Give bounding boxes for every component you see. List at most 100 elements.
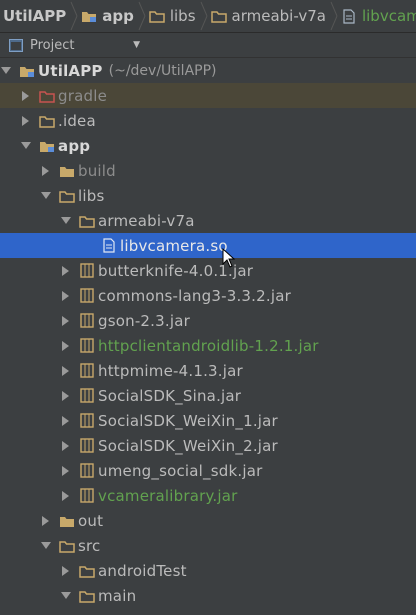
tree-item-jar[interactable]: vcameralibrary.jar xyxy=(0,483,416,508)
project-view-toolbar: Project ▼ xyxy=(0,33,416,58)
mouse-cursor-icon xyxy=(222,247,236,272)
tree-item-build[interactable]: build xyxy=(0,158,416,183)
tree-item-label: out xyxy=(78,511,104,530)
expanded-arrow-icon[interactable] xyxy=(40,533,52,558)
collapsed-arrow-icon[interactable] xyxy=(60,558,72,583)
breadcrumb-item-libvcamera[interactable]: libvcamera xyxy=(338,0,416,32)
folder-icon xyxy=(59,538,75,554)
collapsed-arrow-icon[interactable] xyxy=(60,258,72,283)
tree-item-label: armeabi-v7a xyxy=(98,211,195,230)
tree-item-label: app xyxy=(58,136,91,155)
folder-icon xyxy=(79,563,95,579)
tree-item-label: httpmime-4.1.3.jar xyxy=(98,361,243,380)
tree-item-utilapp[interactable]: UtilAPP (~/dev/UtilAPP) xyxy=(0,58,416,83)
collapsed-arrow-icon[interactable] xyxy=(40,158,52,183)
folder-icon xyxy=(59,188,75,204)
breadcrumb-item-app[interactable]: app xyxy=(78,0,138,32)
breadcrumb-label: libvcamera xyxy=(361,7,416,25)
collapsed-arrow-icon[interactable] xyxy=(60,358,72,383)
tree-item-out[interactable]: out xyxy=(0,508,416,533)
tree-item-label: .idea xyxy=(58,111,96,130)
tree-item-label: SocialSDK_WeiXin_2.jar xyxy=(98,436,278,455)
expanded-arrow-icon[interactable] xyxy=(20,133,32,158)
tree-item-label: gson-2.3.jar xyxy=(98,311,190,330)
jar-icon xyxy=(79,338,95,354)
jar-icon xyxy=(79,313,95,329)
folder-icon xyxy=(79,213,95,229)
project-tree: UtilAPP (~/dev/UtilAPP) gradle .idea app xyxy=(0,58,416,608)
tree-item-libs[interactable]: libs xyxy=(0,183,416,208)
tree-item-label: SocialSDK_Sina.jar xyxy=(98,386,242,405)
tree-item-gradle[interactable]: gradle xyxy=(0,83,416,108)
tree-item-jar[interactable]: gson-2.3.jar xyxy=(0,308,416,333)
tree-item-jar[interactable]: commons-lang3-3.3.2.jar xyxy=(0,283,416,308)
collapsed-arrow-icon[interactable] xyxy=(20,83,32,108)
expanded-arrow-icon[interactable] xyxy=(40,183,52,208)
module-folder-icon xyxy=(19,63,35,79)
tree-item-label: androidTest xyxy=(98,561,187,580)
project-path: (~/dev/UtilAPP) xyxy=(108,62,217,79)
collapsed-arrow-icon[interactable] xyxy=(60,433,72,458)
project-view-icon xyxy=(8,37,24,53)
tree-item-label: libvcamera.so xyxy=(120,236,228,255)
tree-item-label: httpclientandroidlib-1.2.1.jar xyxy=(98,336,319,355)
tree-item-jar[interactable]: umeng_social_sdk.jar xyxy=(0,458,416,483)
tree-item-jar[interactable]: SocialSDK_Sina.jar xyxy=(0,383,416,408)
tree-item-jar[interactable]: SocialSDK_WeiXin_1.jar xyxy=(0,408,416,433)
collapsed-arrow-icon[interactable] xyxy=(60,408,72,433)
collapsed-arrow-icon[interactable] xyxy=(40,508,52,533)
excluded-folder-icon xyxy=(39,88,55,104)
folder-icon xyxy=(39,113,55,129)
collapsed-arrow-icon[interactable] xyxy=(20,108,32,133)
breadcrumb-item-utilapp[interactable]: UtilAPP xyxy=(0,0,70,32)
collapsed-arrow-icon[interactable] xyxy=(60,458,72,483)
expanded-arrow-icon[interactable] xyxy=(0,58,12,83)
jar-icon xyxy=(79,388,95,404)
tree-item-jar[interactable]: httpmime-4.1.3.jar xyxy=(0,358,416,383)
tree-item-armeabi[interactable]: armeabi-v7a xyxy=(0,208,416,233)
tree-item-jar[interactable]: butterknife-4.0.1.jar xyxy=(0,258,416,283)
breadcrumb-label: app xyxy=(102,7,134,25)
jar-icon xyxy=(79,363,95,379)
tree-item-label: libs xyxy=(78,186,105,205)
module-folder-icon xyxy=(39,138,55,154)
tree-item-jar[interactable]: httpclientandroidlib-1.2.1.jar xyxy=(0,333,416,358)
tree-item-main[interactable]: main xyxy=(0,583,416,608)
tree-item-label: UtilAPP xyxy=(38,61,103,80)
breadcrumb-separator xyxy=(330,0,338,32)
tree-item-label: gradle xyxy=(58,86,107,105)
collapsed-arrow-icon[interactable] xyxy=(60,283,72,308)
tree-item-idea[interactable]: .idea xyxy=(0,108,416,133)
folder-icon xyxy=(59,513,75,529)
collapsed-arrow-icon[interactable] xyxy=(60,308,72,333)
tree-item-app[interactable]: app xyxy=(0,133,416,158)
expanded-arrow-icon[interactable] xyxy=(60,208,72,233)
tree-item-jar[interactable]: SocialSDK_WeiXin_2.jar xyxy=(0,433,416,458)
tree-item-src[interactable]: src xyxy=(0,533,416,558)
folder-icon xyxy=(210,8,227,24)
tree-item-label: src xyxy=(78,536,101,555)
breadcrumb-item-armeabi[interactable]: armeabi-v7a xyxy=(208,0,330,32)
tree-item-libvcamera[interactable]: libvcamera.so xyxy=(0,233,416,258)
breadcrumb-label: UtilAPP xyxy=(3,7,67,25)
chevron-down-icon: ▼ xyxy=(133,40,140,50)
tree-item-androidtest[interactable]: androidTest xyxy=(0,558,416,583)
breadcrumb-item-libs[interactable]: libs xyxy=(146,0,200,32)
jar-icon xyxy=(79,288,95,304)
tree-item-label: vcameralibrary.jar xyxy=(98,486,238,505)
tree-item-label: SocialSDK_WeiXin_1.jar xyxy=(98,411,278,430)
collapsed-arrow-icon[interactable] xyxy=(60,333,72,358)
tree-item-label: main xyxy=(98,586,137,605)
jar-icon xyxy=(79,438,95,454)
collapsed-arrow-icon[interactable] xyxy=(60,383,72,408)
breadcrumb-label: libs xyxy=(169,7,196,25)
tree-item-label: commons-lang3-3.3.2.jar xyxy=(98,286,291,305)
collapsed-arrow-icon[interactable] xyxy=(60,483,72,508)
project-view-dropdown[interactable]: Project ▼ xyxy=(0,33,148,57)
tree-item-label: build xyxy=(78,161,116,180)
expanded-arrow-icon[interactable] xyxy=(60,583,72,608)
file-icon xyxy=(101,238,117,254)
folder-icon xyxy=(149,8,165,24)
folder-icon xyxy=(79,588,95,604)
file-icon xyxy=(341,8,357,24)
